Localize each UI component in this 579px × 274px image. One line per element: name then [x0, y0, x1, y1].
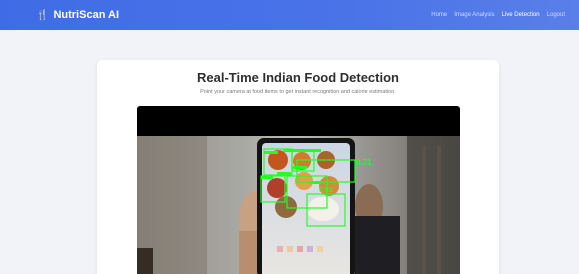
- top-navbar: 🍴 NutriScan AI Home Image Analysis Live …: [0, 0, 579, 30]
- detection-card: Real-Time Indian Food Detection Point yo…: [97, 60, 499, 274]
- brand[interactable]: 🍴 NutriScan AI: [36, 9, 119, 21]
- nav-links: Home Image Analysis Live Detection Logou…: [431, 12, 565, 18]
- nav-link-live-detection[interactable]: Live Detection: [502, 12, 540, 18]
- nav-link-image-analysis[interactable]: Image Analysis: [454, 12, 494, 18]
- nav-link-home[interactable]: Home: [431, 12, 447, 18]
- brand-name: NutriScan AI: [53, 9, 120, 21]
- detection-label: 0.92: [319, 187, 333, 194]
- camera-scene: 0.71 0.92: [137, 136, 460, 274]
- detection-label: 0.71: [356, 158, 372, 167]
- page-title: Real-Time Indian Food Detection: [196, 70, 399, 85]
- nav-link-logout[interactable]: Logout: [547, 12, 565, 18]
- fork-knife-icon: 🍴: [36, 9, 49, 21]
- page-subtitle: Point your camera at food items to get i…: [200, 89, 396, 95]
- camera-feed[interactable]: 0.71 0.92: [137, 106, 460, 274]
